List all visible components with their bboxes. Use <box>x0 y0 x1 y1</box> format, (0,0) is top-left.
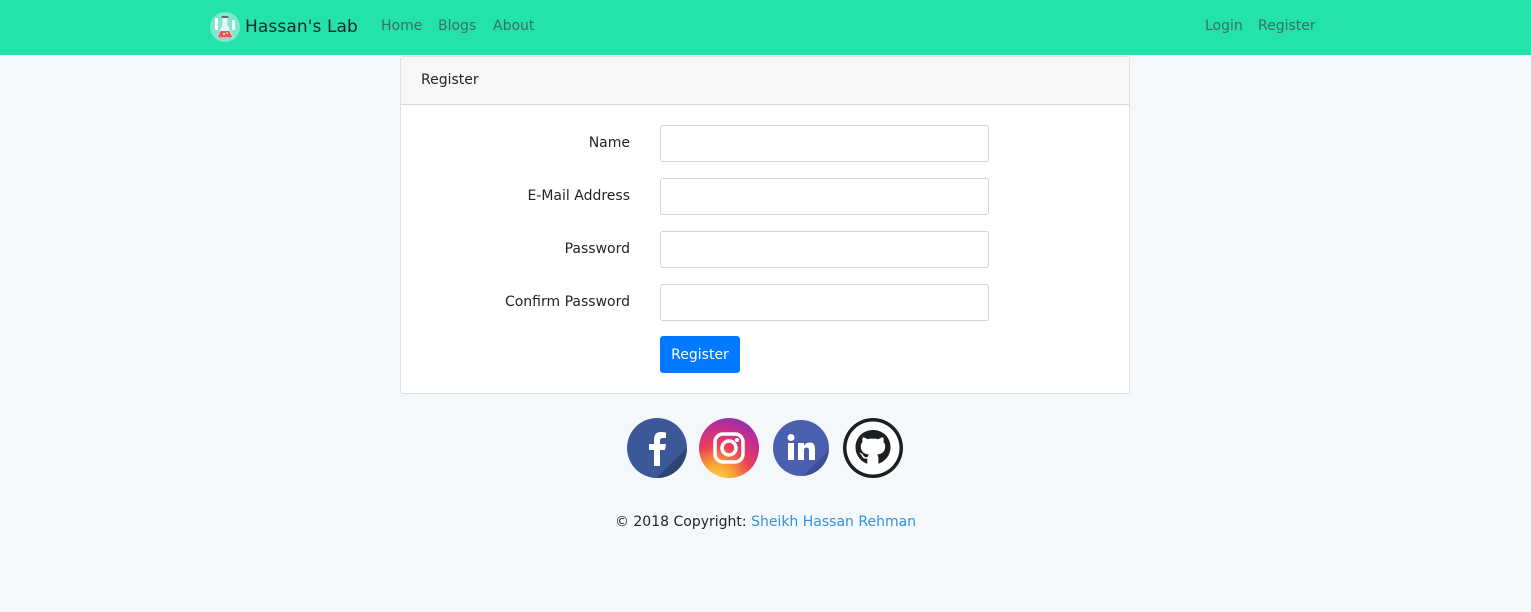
register-button[interactable]: Register <box>660 336 740 373</box>
github-icon <box>843 418 903 478</box>
card-header: Register <box>401 57 1129 105</box>
nav-link-home[interactable]: Home <box>381 18 422 34</box>
footer: © 2018 Copyright: Sheikh Hassan Rehman <box>0 514 1531 530</box>
facebook-link[interactable] <box>627 418 687 478</box>
copyright-text: © 2018 Copyright: <box>614 514 752 530</box>
linkedin-link[interactable] <box>771 418 831 478</box>
confirm-password-input[interactable] <box>660 284 989 321</box>
brand-name: Hassan's Lab <box>245 17 358 37</box>
brand-link[interactable]: Hassan's Lab <box>210 11 358 43</box>
password-input[interactable] <box>660 231 989 268</box>
register-card: Register Name E-Mail Address Password Co… <box>400 56 1130 394</box>
github-link[interactable] <box>843 418 903 478</box>
top-navbar: Hassan's Lab Home Blogs About Login Regi… <box>0 0 1531 55</box>
facebook-icon <box>627 418 687 478</box>
confirm-password-label: Confirm Password <box>504 294 630 310</box>
nav-link-login[interactable]: Login <box>1205 18 1243 34</box>
email-label: E-Mail Address <box>527 188 630 204</box>
flask-logo-icon <box>210 12 240 42</box>
nav-link-register[interactable]: Register <box>1258 18 1316 34</box>
instagram-icon <box>699 418 759 478</box>
nav-link-about[interactable]: About <box>493 18 534 34</box>
name-label: Name <box>588 135 630 151</box>
author-link[interactable]: Sheikh Hassan Rehman <box>751 514 916 530</box>
email-input[interactable] <box>660 178 989 215</box>
password-label: Password <box>564 241 630 257</box>
instagram-link[interactable] <box>699 418 759 478</box>
nav-link-blogs[interactable]: Blogs <box>438 18 476 34</box>
linkedin-icon <box>773 420 829 476</box>
name-input[interactable] <box>660 125 989 162</box>
